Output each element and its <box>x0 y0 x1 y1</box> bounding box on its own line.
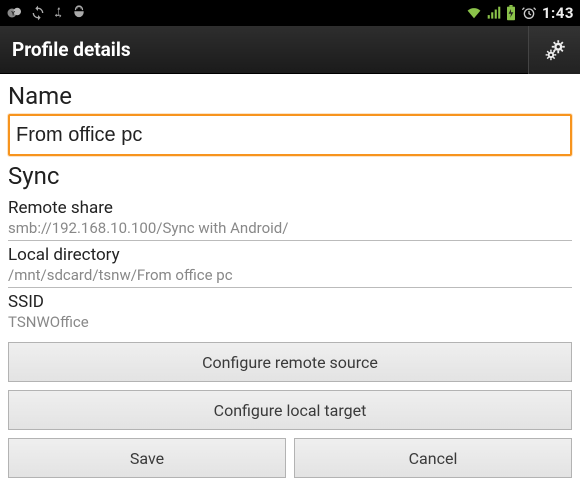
signal-icon <box>487 6 501 20</box>
battery-icon <box>506 5 516 21</box>
settings-button[interactable] <box>528 26 580 74</box>
field-label: SSID <box>8 292 572 312</box>
field-value: smb://192.168.10.100/Sync with Android/ <box>8 219 572 237</box>
notification-icon: Y <box>6 4 24 22</box>
configure-remote-button[interactable]: Configure remote source <box>8 342 572 382</box>
configure-local-button[interactable]: Configure local target <box>8 390 572 430</box>
name-input-wrap[interactable] <box>8 114 572 156</box>
content-area: Name Sync Remote share smb://192.168.10.… <box>0 74 580 334</box>
sync-icon <box>30 5 46 21</box>
debug-icon <box>72 5 86 21</box>
status-right-icons: 1:43 <box>466 4 574 22</box>
status-clock: 1:43 <box>542 4 574 22</box>
gear-icon <box>542 37 568 63</box>
field-label: Remote share <box>8 198 572 218</box>
field-remote-share[interactable]: Remote share smb://192.168.10.100/Sync w… <box>8 194 572 241</box>
section-title-sync: Sync <box>8 162 572 190</box>
action-bar: Profile details <box>0 26 580 74</box>
usb-icon <box>52 5 66 21</box>
status-left-icons: Y <box>6 4 86 22</box>
cancel-button[interactable]: Cancel <box>294 438 572 478</box>
field-value: TSNWOffice <box>8 313 572 331</box>
page-title: Profile details <box>0 38 131 61</box>
field-ssid[interactable]: SSID TSNWOffice <box>8 288 572 334</box>
save-button[interactable]: Save <box>8 438 286 478</box>
field-value: /mnt/sdcard/tsnw/From office pc <box>8 266 572 284</box>
svg-text:Y: Y <box>11 10 15 17</box>
field-label: Local directory <box>8 245 572 265</box>
field-local-directory[interactable]: Local directory /mnt/sdcard/tsnw/From of… <box>8 241 572 288</box>
button-area: Configure remote source Configure local … <box>0 334 580 478</box>
wifi-icon <box>466 6 482 20</box>
section-title-name: Name <box>8 82 572 110</box>
status-bar: Y 1:43 <box>0 0 580 26</box>
name-input[interactable] <box>16 124 564 147</box>
alarm-icon <box>521 5 537 21</box>
